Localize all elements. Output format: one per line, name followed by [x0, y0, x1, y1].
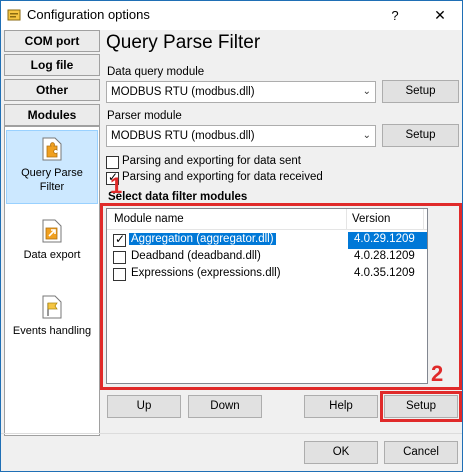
cancel-button[interactable]: Cancel — [384, 441, 458, 464]
data-query-module-value: MODBUS RTU (modbus.dll) — [111, 86, 255, 98]
puzzle-page-icon — [42, 137, 62, 161]
title-bar: Configuration options ? ✕ — [1, 1, 462, 30]
annotation-badge-1: 1 — [110, 173, 123, 198]
nav-item-label: Query Parse — [21, 167, 83, 179]
data-sent-label: Parsing and exporting for data sent — [122, 155, 302, 167]
configuration-window: Configuration options ? ✕ COM port Log f… — [0, 0, 463, 472]
data-query-module-label: Data query module — [107, 66, 205, 78]
modules-nav-panel: Query Parse Filter Data export Events ha… — [4, 126, 100, 436]
filter-section-title: Select data filter modules — [108, 191, 248, 203]
up-button[interactable]: Up — [107, 395, 181, 418]
parser-module-label: Parser module — [107, 110, 182, 122]
data-received-label: Parsing and exporting for data received — [122, 171, 323, 183]
chevron-down-icon: ⌄ — [362, 130, 371, 141]
nav-item-query-parse-filter[interactable]: Query Parse Filter — [6, 130, 98, 204]
nav-button-log-file[interactable]: Log file — [4, 54, 100, 76]
export-page-icon — [42, 219, 62, 243]
flag-page-icon — [42, 295, 62, 319]
nav-item-label: Data export — [23, 249, 81, 261]
annotation-highlight-setup — [380, 391, 462, 422]
help-title-button[interactable]: ? — [373, 1, 417, 30]
close-button[interactable]: ✕ — [418, 1, 462, 30]
annotation-badge-2: 2 — [431, 361, 444, 386]
ok-button[interactable]: OK — [304, 441, 378, 464]
parser-setup-button[interactable]: Setup — [382, 124, 459, 147]
data-query-setup-button[interactable]: Setup — [382, 80, 459, 103]
page-title: Query Parse Filter — [106, 32, 261, 53]
window-title: Configuration options — [27, 7, 150, 22]
parser-module-select[interactable]: MODBUS RTU (modbus.dll) ⌄ — [106, 125, 376, 147]
annotation-highlight-list — [100, 203, 462, 390]
data-query-module-select[interactable]: MODBUS RTU (modbus.dll) ⌄ — [106, 81, 376, 103]
parser-module-value: MODBUS RTU (modbus.dll) — [111, 130, 255, 142]
down-button[interactable]: Down — [188, 395, 262, 418]
data-sent-checkbox[interactable] — [106, 156, 119, 169]
help-button[interactable]: Help — [304, 395, 378, 418]
nav-button-com-port[interactable]: COM port — [4, 30, 100, 52]
nav-item-data-export[interactable]: Data export — [6, 219, 98, 269]
app-icon — [7, 9, 21, 21]
nav-item-events-handling[interactable]: Events handling — [6, 295, 98, 345]
nav-button-other[interactable]: Other — [4, 79, 100, 101]
nav-item-label: Filter — [39, 181, 65, 193]
nav-button-modules[interactable]: Modules — [4, 104, 100, 126]
nav-item-label: Events handling — [12, 325, 92, 337]
footer-divider — [1, 433, 462, 434]
chevron-down-icon: ⌄ — [362, 86, 371, 97]
